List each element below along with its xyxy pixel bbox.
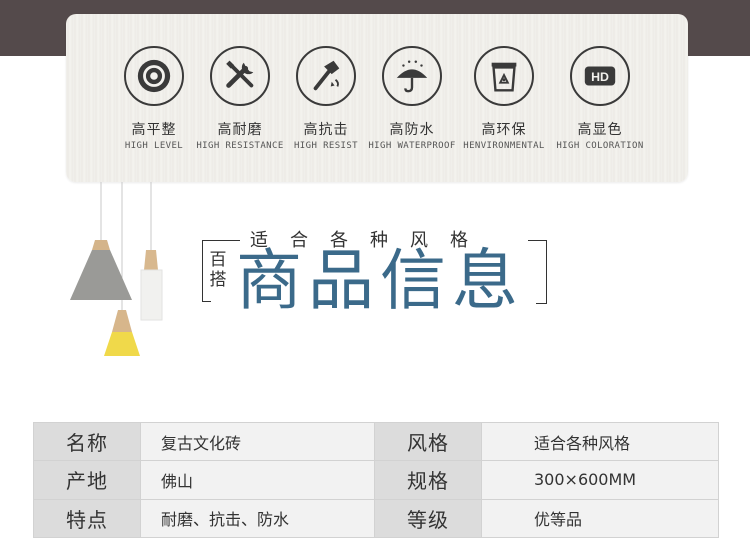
info-key: 特点: [33, 498, 141, 538]
feature-label-en: HIGH COLORATION: [556, 141, 644, 151]
info-key: 风格: [374, 421, 482, 462]
feature-high-waterproof: 高防水 HIGH WATERPROOF: [360, 46, 464, 151]
feature-label-en: HENVIRONMENTAL: [463, 141, 545, 151]
bracket-right: [536, 240, 547, 304]
feature-environmental: 高环保 HENVIRONMENTAL: [452, 46, 556, 151]
feature-icon-ring: HD: [570, 46, 630, 106]
feature-icon-ring: [474, 46, 534, 106]
product-info-table: 名称 复古文化砖 风格 适合各种风格 产地 佛山 规格 300×600MM 特点…: [33, 421, 719, 538]
info-value: 佛山: [140, 460, 375, 500]
info-value: 耐磨、抗击、防水: [140, 498, 375, 538]
feature-label: 高环保: [481, 122, 527, 138]
info-key: 产地: [33, 460, 141, 500]
info-value: 优等品: [481, 498, 719, 538]
feature-card: 高平整 HIGH LEVEL 高耐磨 HIGH RESISTANCE 高抗击 H…: [66, 14, 688, 182]
hammer-icon: [313, 60, 340, 91]
heading-side-top: 百: [209, 250, 227, 270]
recycle-icon: [491, 62, 517, 92]
heading-side-bottom: 搭: [209, 270, 227, 290]
info-key: 规格: [374, 460, 482, 500]
feature-icon-ring: [296, 46, 356, 106]
section-heading: 适合各种风格 百 搭 商品信息: [200, 222, 560, 319]
hd-icon: HD: [584, 66, 616, 86]
info-value: 复古文化砖: [140, 421, 375, 462]
umbrella-icon: [396, 60, 428, 93]
feature-icon-ring: [210, 46, 270, 106]
tools-icon: [226, 60, 254, 88]
feature-label-en: HIGH WATERPROOF: [368, 141, 456, 151]
heading-side-text: 百 搭: [208, 250, 228, 290]
info-value: 适合各种风格: [481, 421, 719, 462]
hd-badge-text: HD: [591, 70, 609, 84]
feature-label: 高显色: [577, 122, 623, 138]
heading-title: 商品信息: [236, 242, 524, 319]
feature-icon-ring: [382, 46, 442, 106]
feature-high-coloration: HD 高显色 HIGH COLORATION: [548, 46, 652, 151]
disc-icon: [137, 59, 171, 93]
info-value: 300×600MM: [481, 460, 719, 500]
pendant-lamps-illustration: [70, 182, 163, 356]
table-row: 特点 耐磨、抗击、防水 等级 优等品: [33, 498, 719, 538]
feature-icon-ring: [124, 46, 184, 106]
bracket-top-left: [210, 240, 240, 241]
table-row: 名称 复古文化砖 风格 适合各种风格: [33, 421, 719, 462]
feature-label: 高防水: [389, 122, 435, 138]
info-key: 名称: [33, 421, 141, 462]
table-row: 产地 佛山 规格 300×600MM: [33, 460, 719, 500]
info-key: 等级: [374, 498, 482, 538]
